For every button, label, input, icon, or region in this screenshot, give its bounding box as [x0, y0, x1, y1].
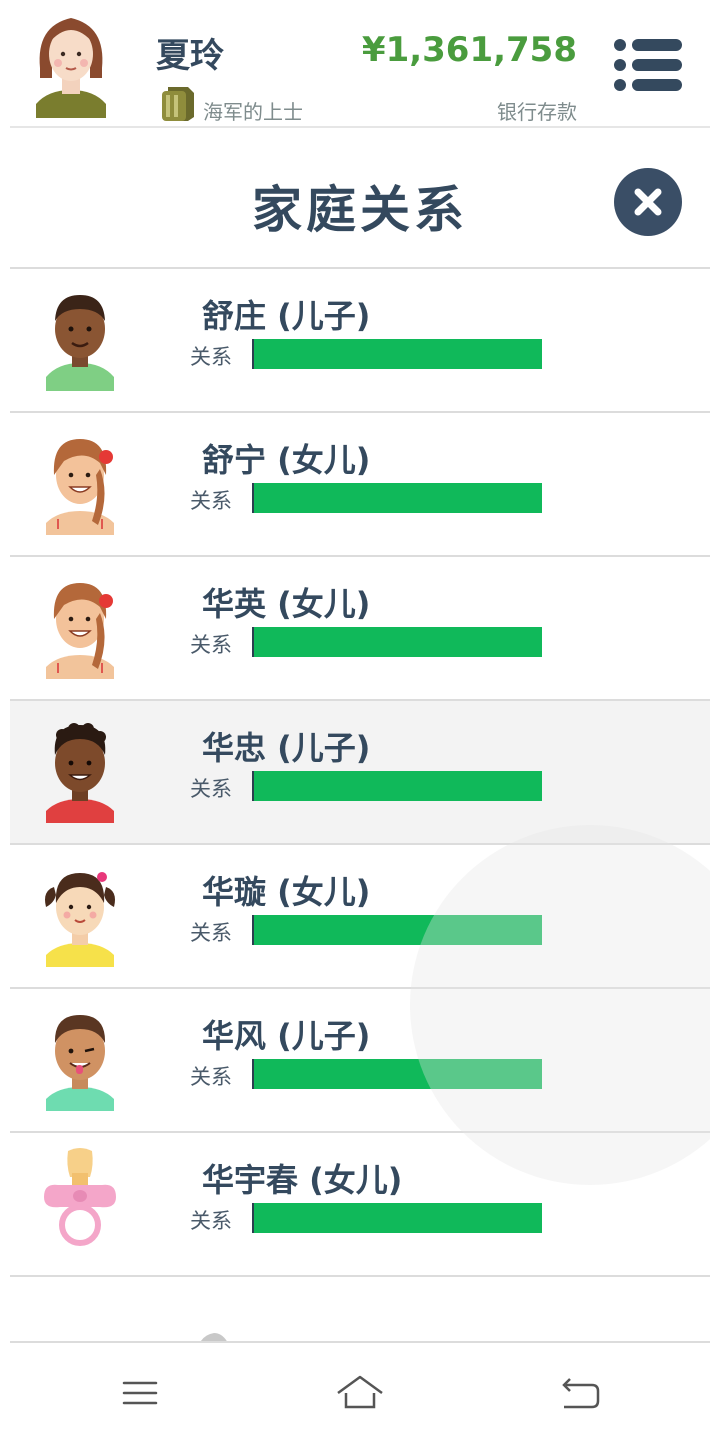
header-divider	[10, 126, 710, 128]
page-title: 家庭关系	[252, 181, 468, 239]
relation-bar	[252, 483, 542, 513]
family-member-row[interactable]: 华英 (女儿) 关系	[10, 557, 710, 701]
relation-bar-fill	[254, 915, 542, 945]
hamburger-icon[interactable]	[110, 1371, 170, 1415]
relation-bar-fill	[254, 1059, 542, 1089]
close-icon	[634, 188, 662, 216]
relation-bar-fill	[254, 483, 542, 513]
partial-avatar	[200, 1333, 227, 1341]
member-name: 华璇 (女儿)	[202, 873, 371, 911]
son-avatar	[46, 1015, 114, 1111]
member-name: 华风 (儿子)	[202, 1017, 371, 1055]
family-member-row[interactable]: 华璇 (女儿) 关系	[10, 845, 710, 989]
family-list[interactable]: 舒庄 (儿子) 关系 舒宁 (女儿) 关系 华英 (女儿) 关系 华忠 (儿子)…	[10, 269, 710, 1341]
family-member-row[interactable]: 华宇春 (女儿) 关系	[10, 1133, 710, 1277]
relation-bar	[252, 339, 542, 369]
member-name: 华宇春 (女儿)	[202, 1161, 403, 1199]
status-header: 夏玲 海军的上士 ¥1,361,758 银行存款	[0, 0, 720, 127]
daughter-avatar	[45, 872, 115, 967]
military-rank-icon	[162, 87, 194, 121]
relation-bar-fill	[254, 1203, 542, 1233]
relation-bar	[252, 915, 542, 945]
daughter-avatar	[46, 583, 114, 679]
family-member-row[interactable]: 华忠 (儿子) 关系	[10, 701, 710, 845]
relation-label: 关系	[190, 633, 232, 657]
relation-label: 关系	[190, 1065, 232, 1089]
relation-bar-fill	[254, 339, 542, 369]
family-member-row[interactable]: 舒庄 (儿子) 关系	[10, 269, 710, 413]
family-member-row-partial[interactable]	[10, 1277, 710, 1341]
relation-label: 关系	[190, 777, 232, 801]
player-avatar	[36, 18, 106, 118]
relation-label: 关系	[190, 921, 232, 945]
home-icon[interactable]	[330, 1371, 390, 1415]
bank-balance: ¥1,361,758	[361, 30, 577, 70]
son-avatar	[46, 295, 114, 391]
relation-label: 关系	[190, 1209, 232, 1233]
job-title: 海军的上士	[203, 100, 303, 124]
relation-bar	[252, 627, 542, 657]
bank-balance-label: 银行存款	[497, 100, 577, 124]
back-icon[interactable]	[550, 1371, 610, 1415]
relation-bar-fill	[254, 627, 542, 657]
member-name: 舒庄 (儿子)	[202, 297, 371, 335]
daughter-avatar	[46, 439, 114, 535]
close-button[interactable]	[614, 168, 682, 236]
relation-label: 关系	[190, 489, 232, 513]
relation-bar	[252, 1059, 542, 1089]
relation-label: 关系	[190, 345, 232, 369]
system-nav-bar	[0, 1343, 720, 1440]
family-member-row[interactable]: 华风 (儿子) 关系	[10, 989, 710, 1133]
member-name: 华忠 (儿子)	[202, 729, 371, 767]
list-menu-icon[interactable]	[612, 36, 684, 94]
family-member-row[interactable]: 舒宁 (女儿) 关系	[10, 413, 710, 557]
member-name: 华英 (女儿)	[202, 585, 371, 623]
son-avatar	[46, 723, 114, 823]
player-name: 夏玲	[156, 36, 224, 76]
member-name: 舒宁 (女儿)	[202, 441, 371, 479]
relation-bar	[252, 1203, 542, 1233]
relation-bar	[252, 771, 542, 801]
relation-bar-fill	[254, 771, 542, 801]
baby-pacifier-icon	[44, 1148, 116, 1246]
